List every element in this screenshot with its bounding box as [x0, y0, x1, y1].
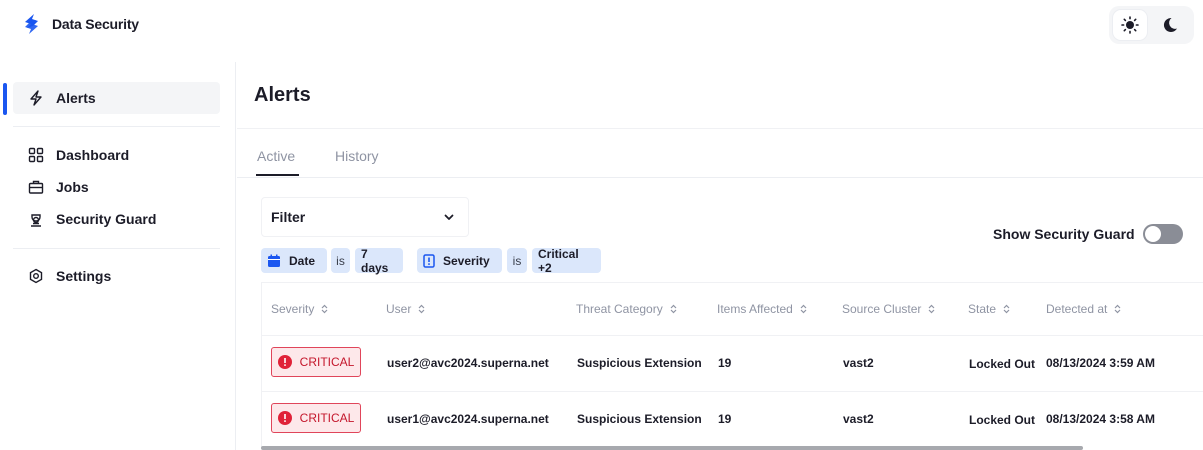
- chip-severity-operator: is: [507, 248, 527, 273]
- sort-icon: [1003, 304, 1010, 314]
- row-divider: [262, 391, 1203, 392]
- sidebar-item-settings[interactable]: Settings: [13, 260, 220, 292]
- calendar-icon: [267, 254, 281, 268]
- sidebar-item-security-guard[interactable]: Security Guard: [13, 203, 220, 235]
- show-security-guard: Show Security Guard: [993, 224, 1183, 244]
- cell-items-affected: 19: [718, 412, 732, 426]
- severity-badge: CRITICAL: [271, 403, 361, 433]
- tab-history[interactable]: History: [335, 148, 379, 164]
- sidebar-item-label: Dashboard: [56, 147, 130, 163]
- top-bar: Data Security: [0, 0, 1203, 48]
- alert-circle-icon: [277, 411, 292, 425]
- sidebar: Alerts Dashboard Jobs Security Guard Set…: [0, 62, 236, 450]
- chip-date-field[interactable]: Date: [261, 248, 327, 273]
- sidebar-item-dashboard[interactable]: Dashboard: [13, 139, 220, 171]
- cell-detected-at: 08/13/2024 3:58 AM: [1046, 412, 1155, 426]
- bolt-icon: [28, 90, 44, 106]
- column-header-items-affected[interactable]: Items Affected: [717, 302, 807, 316]
- chip-field-label: Date: [289, 253, 316, 268]
- sort-icon: [1114, 304, 1121, 314]
- filter-label: Filter: [271, 209, 306, 225]
- filter-dropdown[interactable]: Filter: [261, 197, 469, 237]
- cell-user: user1@avc2024.superna.net: [387, 412, 549, 426]
- cell-state: Locked Out: [969, 357, 1036, 371]
- alert-square-icon: [423, 253, 435, 268]
- cell-source-cluster: vast2: [843, 356, 874, 370]
- cell-detected-at: 08/13/2024 3:59 AM: [1046, 356, 1155, 370]
- severity-badge: CRITICAL: [271, 347, 361, 377]
- sidebar-item-label: Alerts: [56, 90, 96, 106]
- sort-icon: [670, 304, 677, 314]
- sidebar-item-label: Settings: [56, 268, 112, 284]
- cell-user: user2@avc2024.superna.net: [387, 356, 549, 370]
- column-header-threat-category[interactable]: Threat Category: [576, 302, 677, 316]
- sidebar-item-jobs[interactable]: Jobs: [13, 171, 220, 203]
- dark-mode-button[interactable]: [1153, 10, 1187, 40]
- briefcase-icon: [28, 179, 44, 195]
- nav-divider: [13, 126, 220, 127]
- chip-date-operator: is: [331, 248, 350, 273]
- row-divider: [262, 335, 1203, 336]
- light-mode-button[interactable]: [1113, 10, 1147, 40]
- chip-field-label: Severity: [443, 253, 490, 268]
- brand[interactable]: Data Security: [22, 13, 139, 35]
- sort-icon: [418, 304, 425, 314]
- tab-underline: [256, 174, 299, 176]
- sun-icon: [1121, 16, 1139, 34]
- cell-source-cluster: vast2: [843, 412, 874, 426]
- cell-items-affected: 19: [718, 356, 732, 370]
- sort-icon: [928, 304, 935, 314]
- brand-logo-icon: [25, 14, 38, 34]
- moon-icon: [1163, 17, 1177, 32]
- guard-icon: [28, 211, 44, 227]
- toggle-knob: [1144, 226, 1161, 242]
- chip-date-value[interactable]: 7 days: [355, 247, 403, 275]
- alert-circle-icon: [277, 355, 292, 369]
- sidebar-item-label: Security Guard: [56, 211, 157, 227]
- show-security-guard-toggle[interactable]: [1142, 224, 1183, 244]
- tab-active[interactable]: Active: [257, 148, 295, 164]
- column-header-state[interactable]: State: [968, 302, 1010, 316]
- theme-switch: [1109, 6, 1194, 44]
- show-security-guard-label: Show Security Guard: [993, 226, 1135, 242]
- chevron-down-icon: [444, 214, 454, 220]
- nav-divider: [13, 248, 220, 249]
- column-header-user[interactable]: User: [386, 302, 425, 316]
- horizontal-scrollbar[interactable]: [261, 446, 1083, 450]
- tabs-divider: [237, 177, 1203, 178]
- grid-icon: [28, 147, 44, 163]
- alerts-table: Severity User Threat Category Items Affe…: [261, 282, 1203, 447]
- sidebar-item-label: Jobs: [56, 179, 89, 195]
- sort-icon: [321, 304, 328, 314]
- chip-severity-value[interactable]: Critical +2: [532, 247, 601, 275]
- column-header-detected-at[interactable]: Detected at: [1046, 302, 1121, 316]
- severity-label: CRITICAL: [299, 411, 355, 425]
- app-name: Data Security: [52, 16, 139, 32]
- column-header-severity[interactable]: Severity: [271, 302, 328, 316]
- cell-threat-category: Suspicious Extension: [577, 412, 702, 426]
- sort-icon: [800, 304, 807, 314]
- title-divider: [237, 128, 1203, 129]
- severity-label: CRITICAL: [299, 355, 355, 369]
- column-header-source-cluster[interactable]: Source Cluster: [842, 302, 935, 316]
- cell-state: Locked Out: [969, 413, 1036, 427]
- main-content: Alerts Active History Filter Show Securi…: [237, 62, 1203, 450]
- gear-icon: [28, 268, 44, 284]
- page-title: Alerts: [254, 84, 311, 106]
- chip-severity-field[interactable]: Severity: [417, 248, 502, 273]
- cell-threat-category: Suspicious Extension: [577, 356, 702, 370]
- sidebar-item-alerts[interactable]: Alerts: [13, 82, 220, 114]
